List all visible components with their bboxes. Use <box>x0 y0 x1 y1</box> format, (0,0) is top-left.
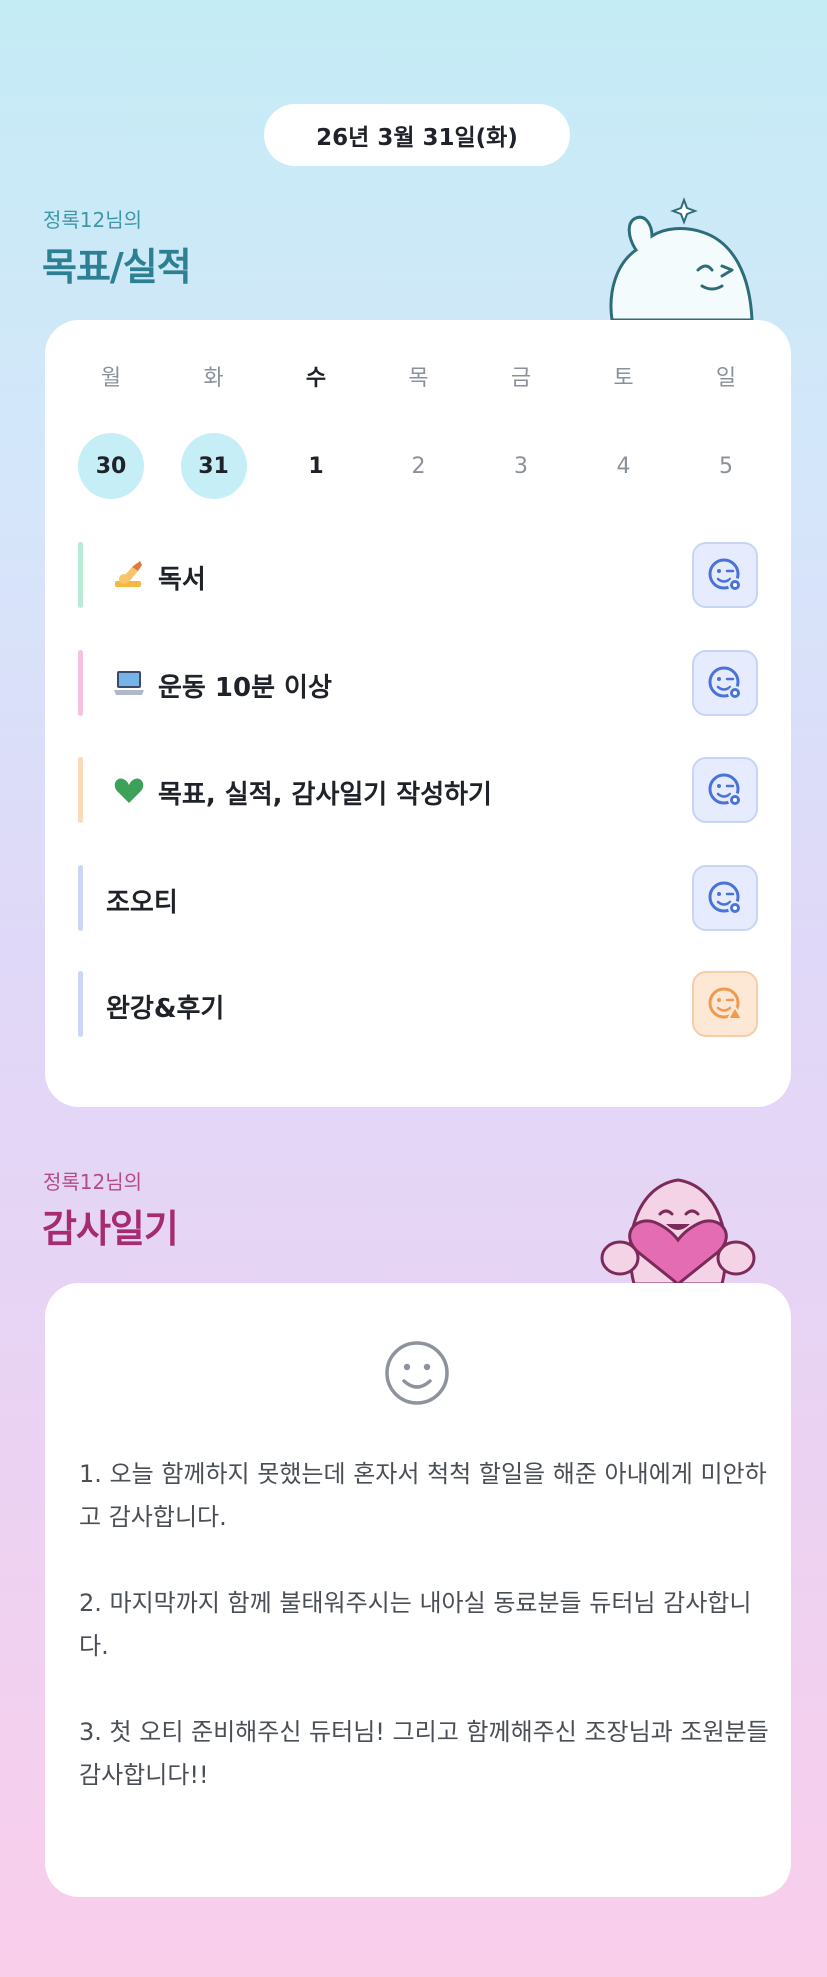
face-warning-icon <box>705 984 745 1024</box>
writing-hand-icon <box>112 559 146 591</box>
goals-section-title: 목표/실적 <box>42 245 192 289</box>
goal-color-bar <box>78 650 83 716</box>
weekday-label: 화 <box>203 366 224 391</box>
goal-color-bar <box>78 542 83 608</box>
goals-card: 월 30 화 31 수 1 목 2 금 3 토 4 일 5 독서운동 10분 이상목표, 실적, 감사일기… <box>45 320 791 1107</box>
face-settings-icon <box>705 770 745 810</box>
goal-item[interactable]: 독서 <box>78 542 758 608</box>
heart-mascot-illustration <box>600 1178 756 1284</box>
weekday-label: 수 <box>305 366 327 391</box>
goal-label: 조오티 <box>106 888 178 918</box>
diary-section-subtitle: 정록12님의 <box>43 1170 143 1194</box>
date-pill[interactable]: 26년 3월 31일(화) <box>264 104 570 166</box>
laptop-icon <box>112 667 146 699</box>
green-heart-icon <box>112 774 146 806</box>
mood-status-button[interactable] <box>692 757 758 823</box>
goals-section-subtitle: 정록12님의 <box>43 208 143 232</box>
goal-item[interactable]: 완강&후기 <box>78 971 758 1037</box>
diary-text: 1. 오늘 함께하지 못했는데 혼자서 척척 할일을 해준 아내에게 미안하고 … <box>79 1453 769 1797</box>
goal-label: 완강&후기 <box>106 994 225 1024</box>
day-number-button[interactable]: 3 <box>488 433 554 499</box>
face-settings-icon <box>705 555 745 595</box>
mood-status-button[interactable] <box>692 650 758 716</box>
mood-warning-status-button[interactable] <box>692 971 758 1037</box>
weekday-label: 토 <box>613 366 634 391</box>
goal-item[interactable]: 운동 10분 이상 <box>78 650 758 716</box>
ghost-mascot-illustration <box>609 197 754 322</box>
mood-status-button[interactable] <box>692 865 758 931</box>
mood-status-button[interactable] <box>692 542 758 608</box>
goal-label: 목표, 실적, 감사일기 작성하기 <box>158 780 492 810</box>
day-number-button[interactable]: 1 <box>283 433 349 499</box>
goal-label: 운동 10분 이상 <box>158 673 332 703</box>
diary-section-title: 감사일기 <box>42 1207 179 1251</box>
weekday-label: 금 <box>510 366 532 391</box>
weekday-label: 월 <box>100 366 122 391</box>
goal-color-bar <box>78 757 83 823</box>
weekday-label: 목 <box>408 366 429 391</box>
smile-face-icon <box>385 1341 449 1405</box>
goal-color-bar <box>78 865 83 931</box>
goal-color-bar <box>78 971 83 1037</box>
day-number-button[interactable]: 30 <box>78 433 144 499</box>
diary-paragraph: 1. 오늘 함께하지 못했는데 혼자서 척척 할일을 해준 아내에게 미안하고 … <box>79 1460 767 1531</box>
diary-card: 1. 오늘 함께하지 못했는데 혼자서 척척 할일을 해준 아내에게 미안하고 … <box>45 1283 791 1897</box>
day-number-button[interactable]: 2 <box>386 433 452 499</box>
face-settings-icon <box>705 663 745 703</box>
date-label: 26년 3월 31일(화) <box>316 125 518 151</box>
day-number-button[interactable]: 31 <box>180 433 247 499</box>
goal-item[interactable]: 조오티 <box>78 865 758 931</box>
goal-label: 독서 <box>158 565 206 595</box>
day-number-button[interactable]: 4 <box>591 433 657 499</box>
face-settings-icon <box>705 878 745 918</box>
diary-paragraph: 3. 첫 오티 준비해주신 듀터님! 그리고 함께해주신 조장님과 조원분들 감… <box>79 1718 769 1789</box>
day-number-button[interactable]: 5 <box>693 433 759 499</box>
weekday-label: 일 <box>715 366 737 391</box>
goal-item[interactable]: 목표, 실적, 감사일기 작성하기 <box>78 757 758 823</box>
diary-paragraph: 2. 마지막까지 함께 불태워주시는 내아실 동료분들 듀터님 감사합니다. <box>79 1589 752 1660</box>
